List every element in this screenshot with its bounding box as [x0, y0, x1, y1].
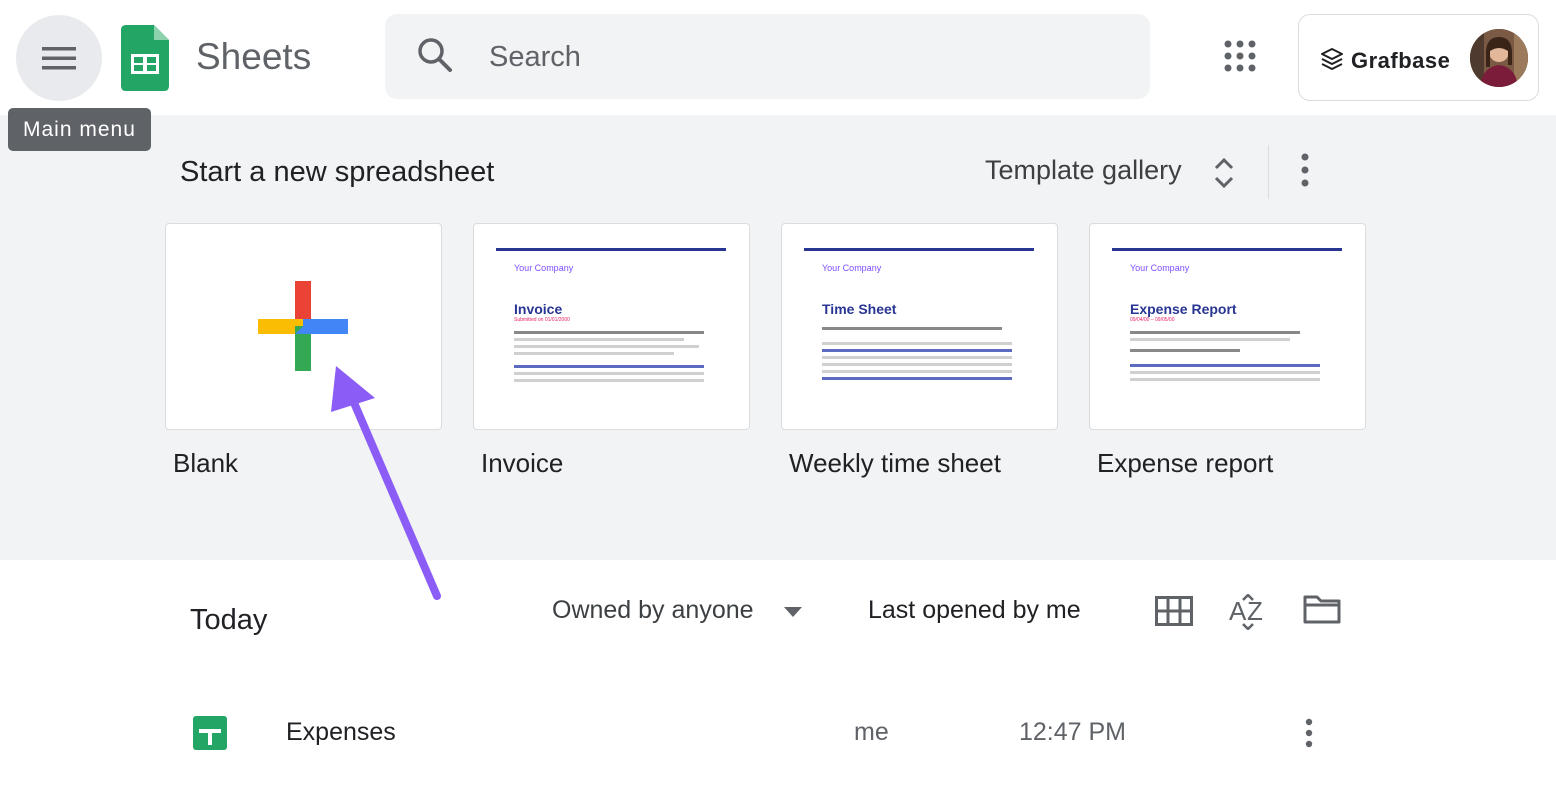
thumb-doc-sub: 09/04/00 – 09/05/00	[1130, 317, 1175, 323]
more-vert-icon[interactable]	[1300, 153, 1310, 187]
file-row[interactable]: Expenses me 12:47 PM	[0, 695, 1556, 771]
sheets-logo-icon[interactable]	[121, 25, 169, 96]
template-gallery-label: Template gallery	[985, 155, 1182, 185]
sheets-file-icon	[193, 716, 227, 750]
recent-files-header: Today Owned by anyone Last opened by me …	[0, 560, 1556, 670]
folder-icon[interactable]	[1303, 594, 1341, 624]
template-label-expense-report[interactable]: Expense report	[1097, 448, 1273, 479]
google-apps-icon[interactable]	[1224, 40, 1256, 72]
account-name: Grafbase	[1351, 48, 1451, 73]
svg-text:A: A	[1229, 596, 1247, 626]
template-label-invoice[interactable]: Invoice	[481, 448, 563, 479]
section-heading: Start a new spreadsheet	[180, 156, 495, 188]
avatar[interactable]	[1470, 29, 1528, 87]
top-bar: Sheets Grafbase	[0, 0, 1556, 115]
template-gallery-button[interactable]: Template gallery	[985, 151, 1247, 201]
thumb-company: Your Company	[514, 263, 574, 273]
plus-icon	[258, 281, 348, 371]
main-menu-tooltip: Main menu	[8, 108, 151, 151]
divider	[1268, 145, 1269, 199]
grafbase-logo-icon	[1321, 48, 1343, 70]
svg-text:Z: Z	[1247, 596, 1263, 626]
search-icon[interactable]	[417, 37, 453, 73]
app-title[interactable]: Sheets	[196, 36, 311, 78]
hamburger-icon	[42, 47, 76, 70]
thumb-company: Your Company	[822, 263, 882, 273]
template-card-weekly-time-sheet[interactable]: Your Company Time Sheet	[781, 223, 1058, 430]
file-last-opened: 12:47 PM	[1019, 718, 1127, 746]
sort-az-icon[interactable]: A Z	[1229, 594, 1267, 630]
template-label-blank[interactable]: Blank	[173, 448, 238, 479]
account-switcher[interactable]: Grafbase	[1298, 14, 1539, 101]
template-card-invoice[interactable]: Your Company Invoice Submitted on 01/01/…	[473, 223, 750, 430]
unfold-more-icon	[1214, 157, 1234, 189]
grid-view-icon[interactable]	[1155, 596, 1193, 626]
thumb-doc-title: Expense Report	[1130, 301, 1237, 317]
template-card-expense-report[interactable]: Your Company Expense Report 09/04/00 – 0…	[1089, 223, 1366, 430]
dropdown-arrow-icon[interactable]	[784, 607, 802, 617]
more-vert-icon[interactable]	[1304, 718, 1314, 748]
section-title-today: Today	[190, 604, 268, 636]
thumb-doc-sub: Submitted on 01/01/2000	[514, 317, 570, 323]
thumb-company: Your Company	[1130, 263, 1190, 273]
template-section: Start a new spreadsheet Template gallery…	[0, 115, 1556, 560]
thumb-doc-title: Time Sheet	[822, 301, 897, 317]
template-thumbnail: Your Company Time Sheet	[804, 248, 1034, 384]
template-label-weekly-time-sheet[interactable]: Weekly time sheet	[789, 448, 1001, 479]
owner-filter-dropdown[interactable]: Owned by anyone	[552, 596, 754, 625]
template-card-blank[interactable]	[165, 223, 442, 430]
file-owner: me	[854, 718, 889, 746]
search-bar[interactable]	[385, 14, 1150, 101]
search-input[interactable]	[487, 14, 1131, 101]
template-thumbnail: Your Company Expense Report 09/04/00 – 0…	[1112, 248, 1342, 385]
file-name[interactable]: Expenses	[286, 718, 396, 747]
sort-dropdown[interactable]: Last opened by me	[868, 596, 1081, 625]
main-menu-button[interactable]	[16, 15, 102, 101]
template-thumbnail: Your Company Invoice Submitted on 01/01/…	[496, 248, 726, 386]
thumb-doc-title: Invoice	[514, 301, 563, 317]
